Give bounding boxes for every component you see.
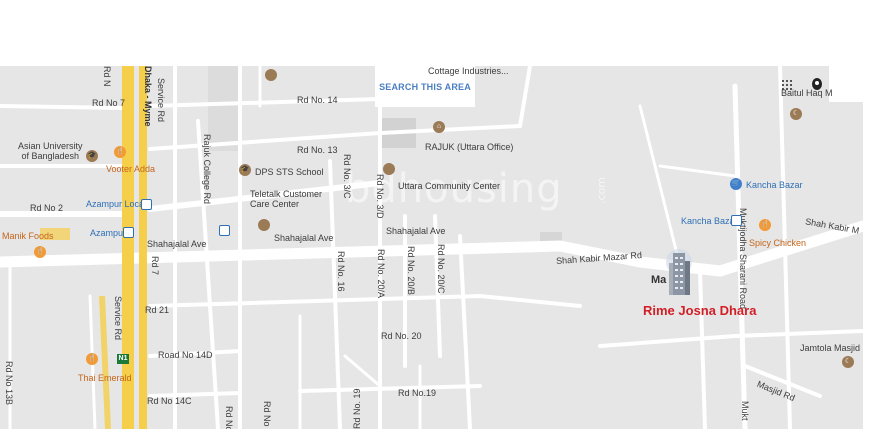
road-label-shahajalal-3: Shahajalal Ave [386, 226, 446, 236]
place-vooter-adda: Vooter Adda [106, 164, 156, 174]
place-manik-foods: Manik Foods [2, 231, 54, 241]
road-label-rd7: Rd No 7 [92, 98, 126, 108]
place-uttara-cc: Uttara Community Center [398, 181, 501, 191]
road-label-service-rd-2: Service Rd [113, 296, 123, 341]
restaurant-icon[interactable]: 🍴 [114, 146, 126, 158]
road-label-rd16: Rd No. 16 [336, 251, 346, 292]
road-label-shahajalal-2: Shahajalal Ave [274, 233, 334, 243]
place-kancha-bazar: Kancha Bazar [746, 180, 803, 190]
bus-stop-icon[interactable] [219, 225, 230, 236]
road-label-road14d: Road No 14D [158, 350, 213, 360]
bus-stop-icon-2[interactable] [731, 215, 742, 226]
place-icon[interactable] [258, 219, 270, 231]
road-label-rd-no-left: Rd No [224, 406, 234, 429]
map-corner-panel [829, 66, 863, 102]
place-teletalk: Teletalk Customer Care Center [250, 189, 323, 209]
building-icon [666, 249, 692, 295]
place-icon-top[interactable] [265, 69, 277, 81]
mosque-icon-2[interactable]: ☾ [842, 356, 854, 368]
road-label-rd-no-mid: Rd No [262, 401, 272, 427]
bus-station-icon[interactable] [123, 227, 134, 238]
road-label-rd20b: Rd No. 20/B [406, 246, 416, 296]
road-label-rd20: Rd No. 20 [381, 331, 422, 341]
road-label-rd-n: Rd N [102, 66, 112, 87]
place-jamtola: Jamtola Masjid [800, 343, 861, 353]
place-spicy-chicken: Spicy Chicken [749, 238, 807, 248]
mosque-icon[interactable]: ☾ [790, 108, 802, 120]
highway-shield: N1 [117, 354, 129, 364]
road-label-rd19: Rd No. 19 [352, 388, 362, 429]
road-label-rd13b: Rd No 13B [4, 361, 14, 406]
restaurant-icon[interactable]: 🍴 [759, 219, 771, 231]
restaurant-icon[interactable]: 🍴 [34, 246, 46, 258]
property-name[interactable]: Rime Josna Dhara [643, 303, 756, 318]
place-azampur: Azampur [90, 228, 127, 238]
road-label-mukt: Mukt [740, 401, 750, 421]
train-station-icon[interactable] [141, 199, 152, 210]
place-kancha-bazar-stn: Kancha Bazar [681, 216, 738, 226]
road-label-rd20c: Rd No. 20/C [436, 244, 446, 294]
shopping-cart-icon[interactable]: 🛒 [730, 178, 742, 190]
road-label-rd20a: Rd No. 20/A [376, 249, 386, 299]
road-label-rd3c: Rd No. 3/C [342, 154, 352, 199]
place-baitul: Baitul Haq M [781, 88, 833, 98]
road-label-rajuk-college: Rajuk College Rd [202, 134, 212, 205]
road-label-dhaka-mymensingh: Dhaka - Myme [143, 66, 153, 127]
road-label-rd14: Rd No. 14 [297, 95, 338, 105]
road-label-rd21: Rd 21 [145, 305, 170, 315]
school-icon[interactable]: 🎓 [239, 164, 251, 176]
road-label-rd7-vertical: Rd 7 [150, 256, 160, 276]
road-label-rd3d: Rd No. 3/D [375, 174, 385, 219]
place-azampur-local: Azampur Local [86, 199, 147, 209]
road-label-rd14c: Rd No 14C [147, 396, 192, 406]
property-marker[interactable] [664, 249, 694, 299]
place-dps-sts: DPS STS School [255, 167, 324, 177]
place-thai-emerald: Thai Emerald [78, 373, 132, 383]
watermark-suffix: .com [595, 177, 608, 204]
road-label-rdno19: Rd No.19 [398, 388, 437, 398]
road-label-rd13: Rd No. 13 [297, 145, 338, 155]
place-cottage: Cottage Industries... [428, 66, 509, 76]
place-rajuk: RAJUK (Uttara Office) [425, 142, 514, 152]
road-label-rd2: Rd No 2 [30, 203, 64, 213]
road-label-service-rd: Service Rd [156, 78, 166, 123]
community-center-icon[interactable] [383, 163, 395, 175]
road-label-shahajalal-1: Shahajalal Ave [147, 239, 207, 249]
government-icon[interactable]: ⌂ [433, 121, 445, 133]
restaurant-icon[interactable]: 🍴 [86, 353, 98, 365]
property-logo-text: Ma [651, 274, 667, 286]
place-asian-university: Asian University of Bangladesh [18, 141, 83, 161]
map-canvas[interactable]: bdhousing .com SEARCH THIS AREA Dhaka - … [0, 66, 863, 429]
university-icon[interactable]: 🎓 [86, 150, 98, 162]
